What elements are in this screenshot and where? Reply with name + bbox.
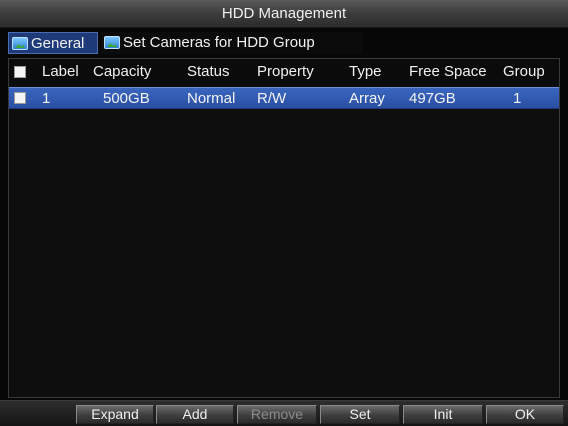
ok-button[interactable]: OK <box>486 405 564 424</box>
cell-property: R/W <box>257 90 287 107</box>
table-header: Label Capacity Status Property Type Free… <box>9 59 559 86</box>
picture-icon <box>12 37 28 50</box>
column-header-label: Label <box>42 63 79 80</box>
tab-set-cameras-label: Set Cameras for HDD Group <box>123 34 315 51</box>
column-header-type: Type <box>349 63 382 80</box>
column-header-capacity: Capacity <box>93 63 152 80</box>
picture-icon <box>104 36 120 49</box>
column-header-free-space: Free Space <box>409 63 487 80</box>
remove-button[interactable]: Remove <box>237 405 317 424</box>
hdd-table: Label Capacity Status Property Type Free… <box>8 58 560 398</box>
expand-button[interactable]: Expand <box>76 405 154 424</box>
cell-group: 1 <box>513 90 522 107</box>
tab-general-label: General <box>31 35 85 52</box>
column-header-group: Group <box>503 63 545 80</box>
cell-free-space: 497GB <box>409 90 456 107</box>
cell-type: Array <box>349 90 385 107</box>
cell-status: Normal <box>187 90 236 107</box>
tab-bar: General Set Cameras for HDD Group <box>0 30 568 57</box>
select-all-checkbox[interactable] <box>14 66 26 78</box>
table-row[interactable]: 1 500GB Normal R/W Array 497GB 1 <box>9 87 559 109</box>
add-button[interactable]: Add <box>156 405 234 424</box>
column-header-property: Property <box>257 63 314 80</box>
cell-capacity: 500GB <box>103 90 150 107</box>
tab-general[interactable]: General <box>8 32 98 54</box>
hdd-management-window: HDD Management General Set Cameras for H… <box>0 0 568 426</box>
row-checkbox[interactable] <box>14 92 26 104</box>
button-bar: Expand Add Remove Set Init OK <box>0 400 568 426</box>
set-button[interactable]: Set <box>320 405 400 424</box>
window-title: HDD Management <box>0 0 568 28</box>
cell-label: 1 <box>42 90 51 107</box>
column-header-status: Status <box>187 63 230 80</box>
tab-set-cameras-for-hdd-group[interactable]: Set Cameras for HDD Group <box>101 32 363 54</box>
init-button[interactable]: Init <box>403 405 483 424</box>
